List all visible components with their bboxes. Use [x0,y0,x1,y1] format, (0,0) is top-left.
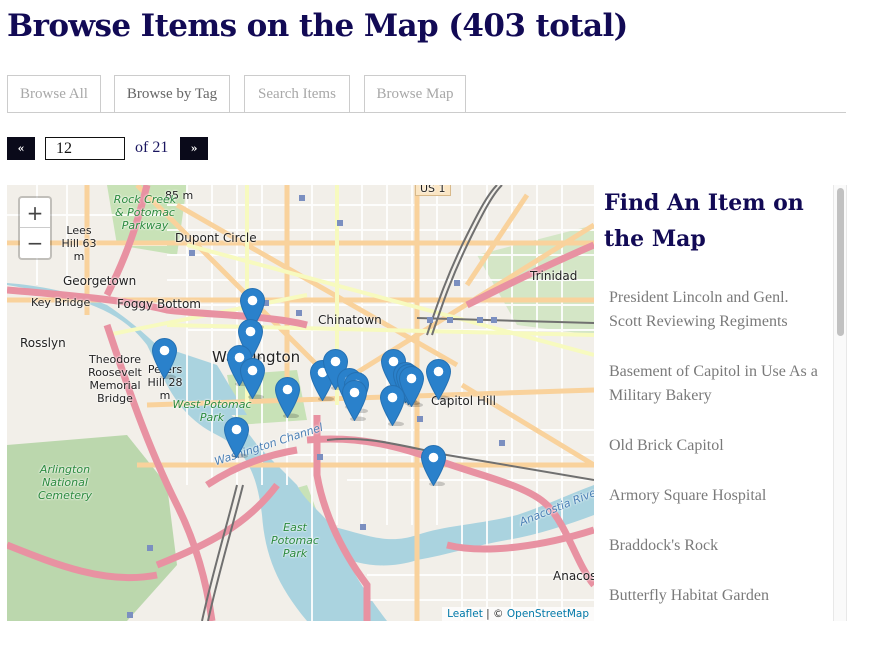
next-page-button[interactable]: » [180,137,208,160]
tab-browse-all[interactable]: Browse All [7,75,101,112]
sidebar-scrollbar[interactable] [833,185,847,621]
map-label: East Potomac Park [271,521,319,560]
map-view[interactable]: 85 m Rock Creek & Potomac Parkway Lees H… [7,185,594,621]
map-label: Chinatown [318,313,382,327]
map-marker-pin[interactable] [341,379,368,422]
map-marker-pin[interactable] [379,384,406,427]
page-title: Browse Items on the Map (403 total) [7,8,628,44]
map-label: Rock Creek & Potomac Parkway [113,193,177,232]
find-item-sidebar: Find An Item on the Map President Lincol… [595,185,847,621]
map-label: Georgetown [63,274,137,288]
map-attribution: Leaflet | © OpenStreetMap [442,607,594,621]
map-label: Dupont Circle [175,231,257,245]
map-marker-pin[interactable] [151,337,178,380]
map-label: Lees Hill 63 m [61,224,97,263]
item-list: President Lincoln and Genl. Scott Review… [609,286,819,621]
map-marker-pin[interactable] [425,358,452,401]
map-marker-pin[interactable] [274,376,301,419]
zoom-control: + − [18,196,52,260]
map-label: Arlington National Cemetery [37,463,93,502]
map-label: Theodore Roosevelt Memorial Bridge [88,353,142,405]
map-marker-pin[interactable] [239,357,266,400]
map-label: Foggy Bottom [117,297,201,311]
list-item[interactable]: Butterfly Habitat Garden [609,584,819,608]
tab-browse-map[interactable]: Browse Map [364,75,466,112]
map-label: Anacostia [553,569,594,583]
sidebar-title: Find An Item on the Map [604,190,804,252]
map-marker-pin[interactable] [223,416,250,459]
zoom-out-button[interactable]: − [20,228,50,258]
scrollbar-thumb[interactable] [837,188,844,336]
list-item[interactable]: Old Brick Capitol [609,434,819,458]
map-label: US 1 [415,185,451,196]
page-count-label: of 21 [135,139,169,156]
list-item[interactable]: Braddock's Rock [609,534,819,558]
list-item[interactable]: Basement of Capitol in Use As a Military… [609,360,819,408]
map-marker-pin[interactable] [420,444,447,487]
tab-browse-by-tag[interactable]: Browse by Tag [114,75,230,112]
list-item[interactable]: Armory Square Hospital [609,484,819,508]
attribution-separator: | © [482,608,507,620]
previous-page-button[interactable]: « [7,137,35,160]
map-label: Trinidad [530,269,578,283]
map-label: Key Bridge [31,296,91,309]
page-number-input[interactable] [45,137,125,160]
tab-search-items[interactable]: Search Items [244,75,350,112]
map-label: Rosslyn [20,336,66,350]
leaflet-link[interactable]: Leaflet [447,608,483,620]
browse-tabs: Browse All Browse by Tag Search Items Br… [7,75,846,113]
list-item[interactable]: President Lincoln and Genl. Scott Review… [609,286,819,334]
zoom-in-button[interactable]: + [20,198,50,228]
openstreetmap-link[interactable]: OpenStreetMap [507,608,589,620]
